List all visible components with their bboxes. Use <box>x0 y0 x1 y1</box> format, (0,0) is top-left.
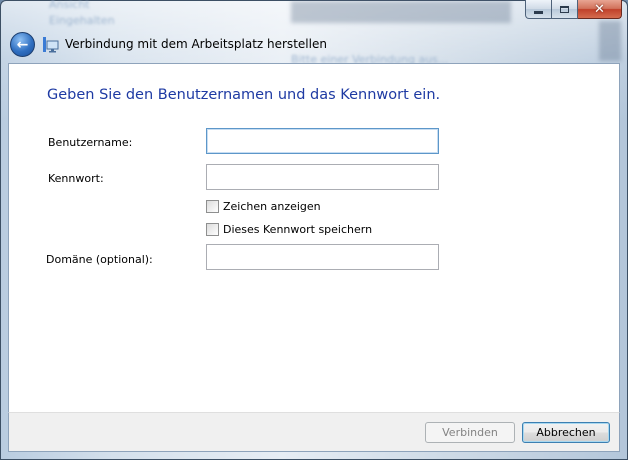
username-label: Benutzername: <box>48 136 133 149</box>
minimize-icon <box>534 10 543 14</box>
show-chars-checkbox[interactable] <box>206 200 219 213</box>
remember-password-checkbox[interactable] <box>206 223 219 236</box>
background-blur <box>599 21 621 61</box>
domain-input[interactable] <box>206 244 439 270</box>
password-label: Kennwort: <box>48 172 104 185</box>
caption-buttons: ✕ <box>525 0 622 19</box>
background-text: Eingehalten <box>49 14 115 27</box>
connect-button[interactable]: Verbinden <box>425 422 515 443</box>
close-icon: ✕ <box>594 1 605 17</box>
remote-desktop-icon <box>43 37 59 53</box>
dialog-content: Geben Sie den Benutzernamen und das Kenn… <box>8 63 620 412</box>
username-input[interactable] <box>206 128 439 154</box>
remember-password-option[interactable]: Dieses Kennwort speichern <box>206 223 372 236</box>
password-input[interactable] <box>206 164 439 190</box>
close-button[interactable]: ✕ <box>578 0 622 19</box>
cancel-button[interactable]: Abbrechen <box>522 422 610 443</box>
maximize-icon <box>560 5 569 13</box>
minimize-button[interactable] <box>525 0 552 19</box>
background-blur <box>291 1 511 23</box>
show-chars-option[interactable]: Zeichen anzeigen <box>206 200 321 213</box>
instruction-heading: Geben Sie den Benutzernamen und das Kenn… <box>47 87 441 103</box>
back-button[interactable]: ← <box>10 32 35 57</box>
remember-password-label: Dieses Kennwort speichern <box>223 223 373 236</box>
window-title: Verbindung mit dem Arbeitsplatz herstell… <box>65 37 327 51</box>
maximize-button[interactable] <box>552 0 578 19</box>
dialog-footer: Verbinden Abbrechen <box>8 412 620 452</box>
show-chars-label: Zeichen anzeigen <box>223 200 321 213</box>
back-arrow-icon: ← <box>16 36 29 53</box>
domain-label: Domäne (optional): <box>46 253 153 266</box>
background-text: Ansicht <box>49 0 90 11</box>
